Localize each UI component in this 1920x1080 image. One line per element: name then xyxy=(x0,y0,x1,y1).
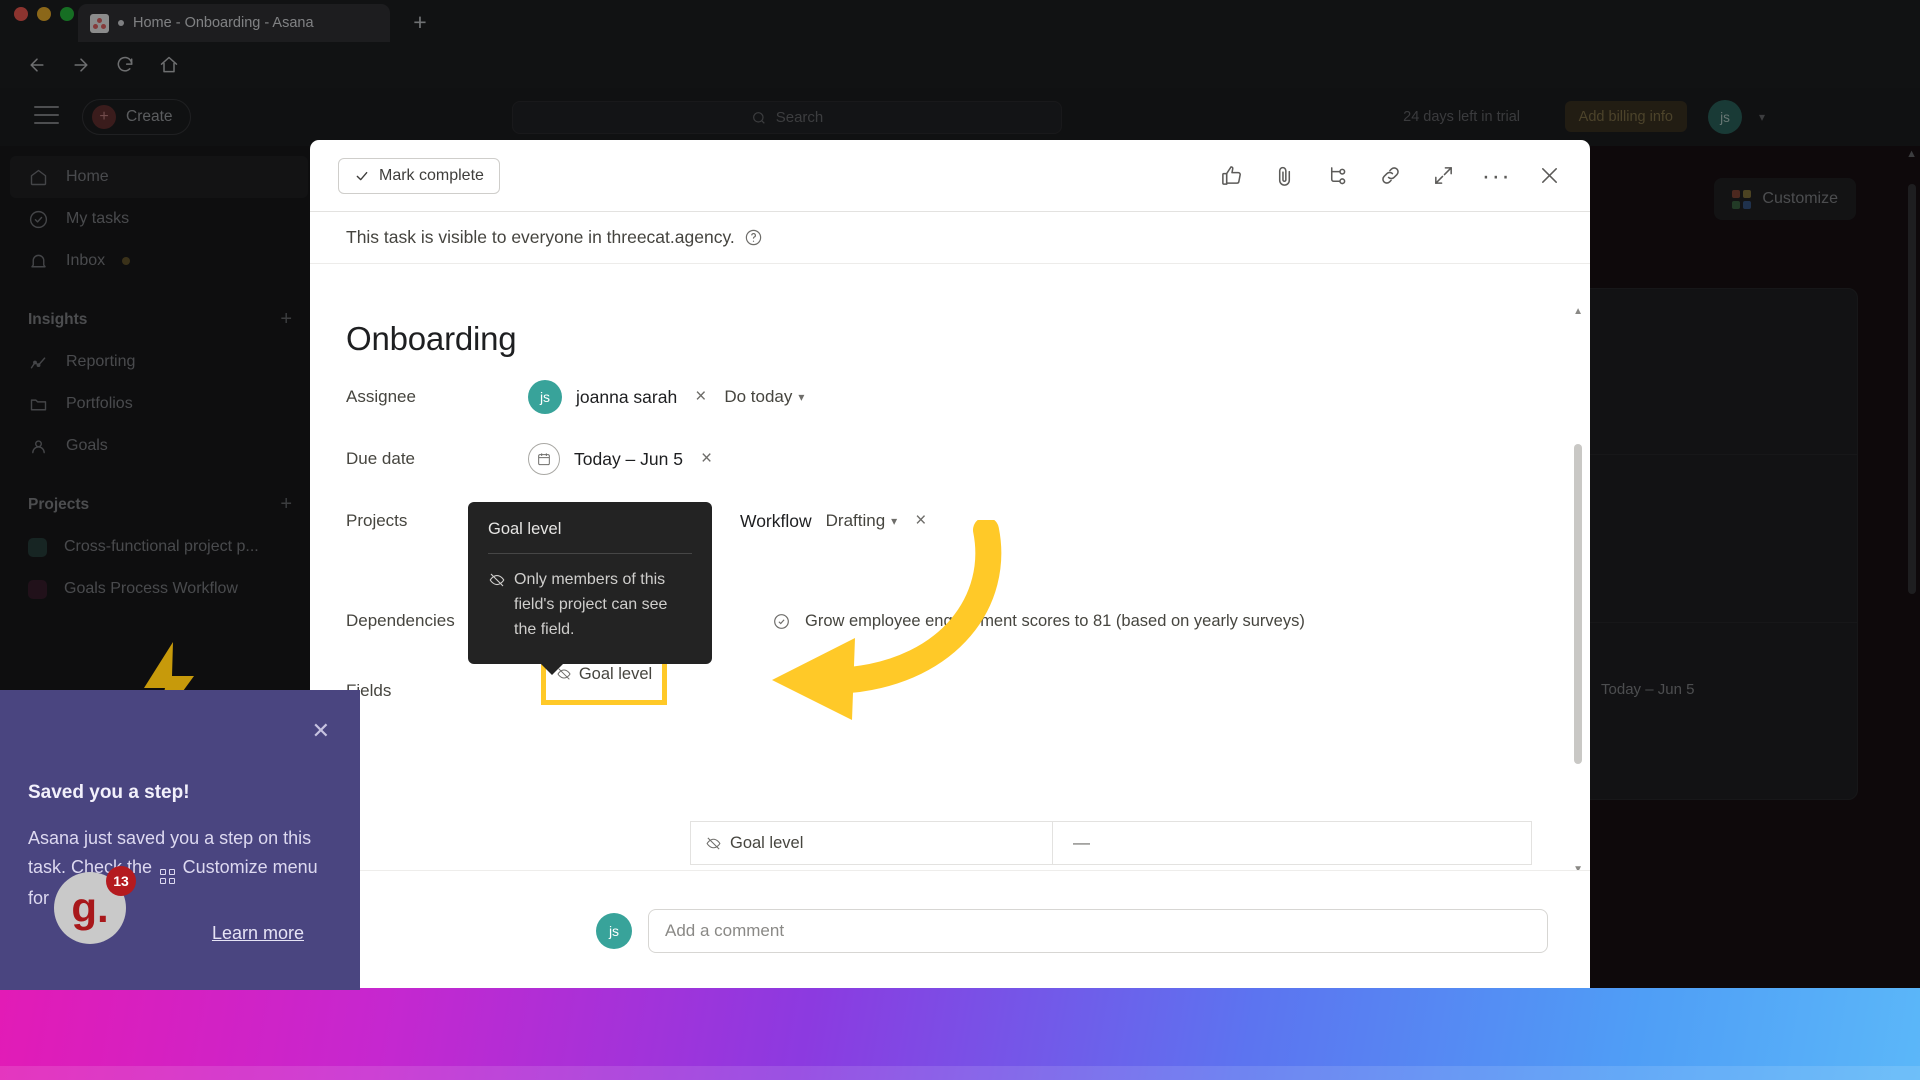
desktop-wallpaper xyxy=(0,988,1920,1080)
modal-scroll-up-arrow-icon[interactable]: ▲ xyxy=(1573,306,1583,317)
saved-you-a-step-notification: ✕ Saved you a step! Asana just saved you… xyxy=(0,690,360,990)
field-row-due-date: Due date Today – Jun 5 × xyxy=(310,436,1590,482)
project-status-label: Drafting xyxy=(825,511,886,530)
modal-header-actions: ··· xyxy=(1219,163,1562,188)
field-row-fields: Fields xyxy=(310,668,1590,714)
paperclip-icon[interactable] xyxy=(1272,163,1297,188)
tooltip-body-wrap: Only members of this field's project can… xyxy=(488,554,692,642)
field-row-assignee: Assignee js joanna sarah × Do today ▾ xyxy=(310,374,1590,420)
customize-grid-icon xyxy=(160,869,175,884)
screen: Home - Onboarding - Asana + app.asana.co xyxy=(0,0,1920,1080)
learn-more-link[interactable]: Learn more xyxy=(212,923,304,944)
thumbs-up-icon[interactable] xyxy=(1219,163,1244,188)
goal-check-icon xyxy=(774,613,789,629)
comment-composer: js Add a comment xyxy=(310,870,1590,990)
fields-label: Fields xyxy=(346,681,392,700)
guide-badge-letter: g. xyxy=(71,884,109,931)
mark-complete-label: Mark complete xyxy=(379,166,484,184)
chevron-down-icon: ▾ xyxy=(798,390,805,404)
custom-field-name-cell[interactable]: Goal level xyxy=(691,821,1053,865)
dock-strip xyxy=(0,1066,1920,1080)
subtask-icon[interactable] xyxy=(1325,163,1350,188)
check-icon xyxy=(356,171,368,180)
assignee-name[interactable]: joanna sarah xyxy=(576,387,677,408)
guide-badge-count: 13 xyxy=(106,866,136,896)
task-visibility-bar: This task is visible to everyone in thre… xyxy=(310,212,1590,264)
calendar-icon[interactable] xyxy=(528,443,560,475)
close-icon[interactable] xyxy=(1537,163,1562,188)
remove-assignee-button[interactable]: × xyxy=(691,386,710,408)
task-title[interactable]: Onboarding xyxy=(310,264,1590,358)
chevron-down-icon: ▾ xyxy=(891,514,898,528)
eye-off-icon xyxy=(706,836,721,850)
link-icon[interactable] xyxy=(1378,163,1403,188)
remove-due-date-button[interactable]: × xyxy=(697,448,716,470)
eye-off-icon xyxy=(489,573,505,587)
project-name[interactable]: Workflow xyxy=(740,511,812,532)
notification-title: Saved you a step! xyxy=(28,782,190,803)
mark-complete-button[interactable]: Mark complete xyxy=(338,157,500,194)
do-today-label: Do today xyxy=(724,387,793,406)
project-status-dropdown[interactable]: Drafting ▾ xyxy=(826,511,898,531)
tooltip-arrow-icon xyxy=(540,663,564,676)
notification-body-menu: Customize menu xyxy=(182,857,318,878)
comment-avatar: js xyxy=(596,912,632,949)
assignee-avatar[interactable]: js xyxy=(528,380,562,414)
custom-field-value[interactable]: — xyxy=(1053,821,1531,865)
due-date-value[interactable]: Today – Jun 5 xyxy=(574,449,683,470)
custom-fields-table: Goal level — xyxy=(690,821,1532,865)
visibility-text: This task is visible to everyone in thre… xyxy=(346,227,735,247)
custom-field-name: Goal level xyxy=(730,833,804,852)
more-options-icon[interactable]: ··· xyxy=(1482,163,1510,188)
goal-level-tooltip: Goal level Only members of this field's … xyxy=(468,502,712,676)
assignee-label: Assignee xyxy=(346,387,416,406)
due-date-label: Due date xyxy=(346,449,415,468)
tooltip-body: Only members of this field's project can… xyxy=(514,571,668,638)
remove-project-button[interactable]: × xyxy=(911,510,930,532)
close-icon[interactable]: ✕ xyxy=(312,718,330,744)
expand-icon[interactable] xyxy=(1431,163,1456,188)
dependency-text[interactable]: Grow employee engagement scores to 81 (b… xyxy=(805,612,1305,631)
comment-input[interactable]: Add a comment xyxy=(648,908,1548,953)
help-circle-icon[interactable] xyxy=(744,228,763,247)
highlighted-field-label: Goal level xyxy=(578,664,653,683)
tooltip-title: Goal level xyxy=(488,520,692,554)
modal-scrollbar[interactable] xyxy=(1574,444,1582,904)
modal-header: Mark complete ··· xyxy=(310,140,1590,212)
do-today-dropdown[interactable]: Do today ▾ xyxy=(724,387,804,407)
